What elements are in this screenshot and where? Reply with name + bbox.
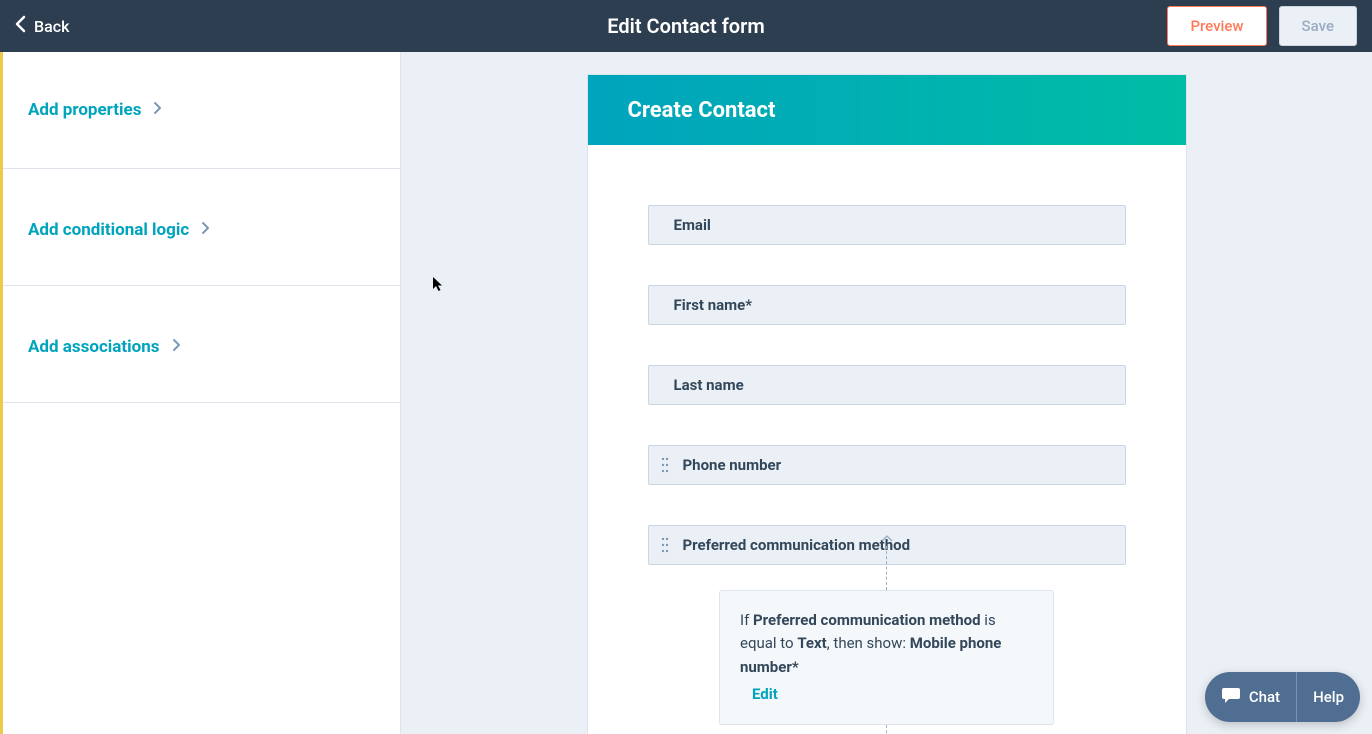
conditional-property: Preferred communication method <box>753 611 981 629</box>
topbar: Back Edit Contact form Preview Save <box>0 0 1372 52</box>
drag-handle-icon[interactable] <box>657 457 673 473</box>
conditional-value: Text <box>797 634 826 652</box>
sidebar-item-label: Add associations <box>28 337 160 357</box>
edit-conditional-link[interactable]: Edit <box>752 683 778 706</box>
conditional-logic-block: If Preferred communication method is equ… <box>648 525 1126 734</box>
field-first-name[interactable]: First name* <box>648 285 1126 325</box>
field-phone-number[interactable]: Phone number <box>648 445 1126 485</box>
form-title: Create Contact <box>628 98 776 123</box>
connector-line <box>886 725 887 734</box>
conditional-mid2: , then show: <box>827 634 910 652</box>
sidebar-item-label: Add properties <box>28 100 141 120</box>
chat-help-widget: Chat Help <box>1205 672 1360 722</box>
help-button[interactable]: Help <box>1297 672 1360 722</box>
save-button: Save <box>1279 6 1357 46</box>
form-header: Create Contact <box>588 75 1186 145</box>
canvas: Create Contact Email First name* Last na… <box>401 52 1372 734</box>
connector-line <box>886 546 887 590</box>
arrow-up-icon <box>881 527 893 546</box>
form-body: Email First name* Last name Phone number <box>588 145 1186 734</box>
field-label: Phone number <box>683 456 782 474</box>
help-label: Help <box>1313 688 1344 706</box>
chat-label: Chat <box>1249 688 1280 706</box>
main: Add properties Add conditional logic Add… <box>0 52 1372 734</box>
chevron-right-icon <box>201 220 210 240</box>
conditional-rule-box[interactable]: If Preferred communication method is equ… <box>719 590 1054 725</box>
field-label: Email <box>674 216 711 234</box>
chat-icon <box>1221 686 1241 708</box>
conditional-prefix: If <box>740 611 753 629</box>
field-label: Last name <box>674 376 744 394</box>
preview-label: Preview <box>1190 17 1243 35</box>
back-button[interactable]: Back <box>15 15 69 37</box>
sidebar-item-label: Add conditional logic <box>28 220 189 240</box>
chevron-left-icon <box>15 15 26 37</box>
field-last-name[interactable]: Last name <box>648 365 1126 405</box>
chevron-right-icon <box>172 337 181 357</box>
page-title: Edit Contact form <box>607 14 764 38</box>
field-label: First name* <box>674 296 753 314</box>
topbar-actions: Preview Save <box>1167 6 1357 46</box>
form-preview: Create Contact Email First name* Last na… <box>587 74 1187 734</box>
preview-button[interactable]: Preview <box>1167 6 1266 46</box>
sidebar-item-add-properties[interactable]: Add properties <box>3 52 400 169</box>
sidebar: Add properties Add conditional logic Add… <box>0 52 401 734</box>
field-email[interactable]: Email <box>648 205 1126 245</box>
chevron-right-icon <box>153 100 162 120</box>
save-label: Save <box>1302 17 1334 35</box>
sidebar-item-add-conditional-logic[interactable]: Add conditional logic <box>3 169 400 286</box>
sidebar-item-add-associations[interactable]: Add associations <box>3 286 400 403</box>
back-label: Back <box>34 17 69 36</box>
chat-button[interactable]: Chat <box>1205 672 1296 722</box>
